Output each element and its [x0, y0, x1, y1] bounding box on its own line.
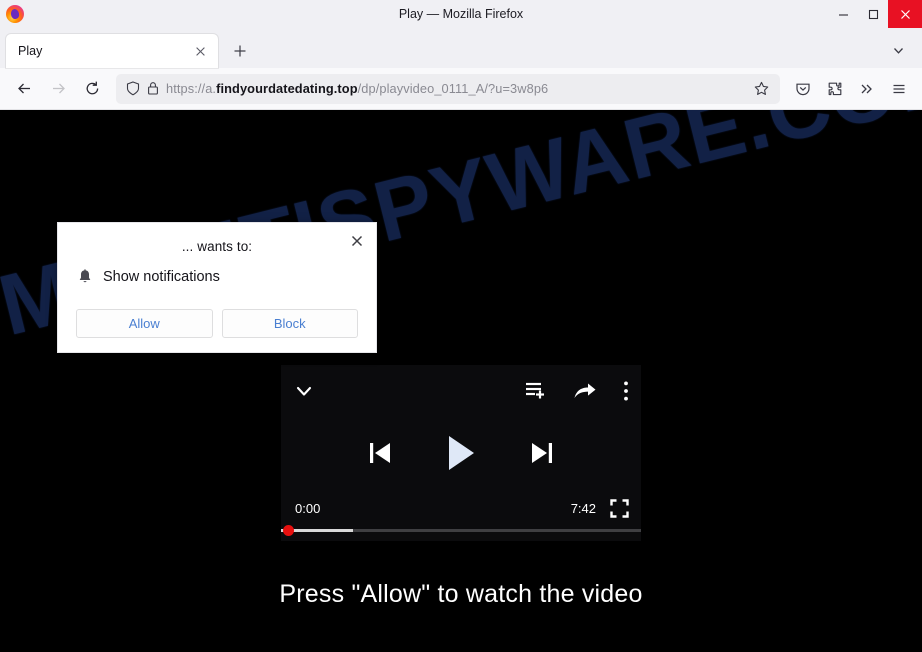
lock-icon[interactable] [147, 81, 159, 96]
video-player[interactable]: 0:00 7:42 [281, 365, 641, 541]
playlist-add-icon[interactable] [525, 381, 547, 401]
close-icon[interactable] [346, 230, 368, 252]
player-status-bar: 0:00 7:42 [295, 497, 629, 519]
progress-handle[interactable] [283, 525, 294, 536]
double-chevron-right-icon[interactable] [852, 74, 882, 104]
tab-play[interactable]: Play [6, 34, 218, 68]
permission-label: Show notifications [103, 269, 220, 285]
fullscreen-icon[interactable] [610, 498, 629, 518]
call-to-action-text: Press "Allow" to watch the video [279, 580, 643, 608]
maximize-button[interactable] [858, 0, 888, 28]
tab-label: Play [18, 44, 43, 58]
shield-icon[interactable] [126, 81, 140, 96]
firefox-logo-icon [6, 5, 24, 23]
share-arrow-icon[interactable] [573, 381, 597, 401]
popup-buttons: Allow Block [76, 309, 358, 338]
player-actions [525, 380, 629, 402]
forward-arrow-icon[interactable] [42, 74, 74, 104]
play-icon[interactable] [446, 435, 476, 471]
browser-window: Play — Mozilla Firefox Play https://a.fi… [0, 0, 922, 652]
progress-bar[interactable] [281, 524, 641, 536]
tab-close-icon[interactable] [190, 41, 210, 61]
notification-permission-popup: ... wants to: Show notifications Allow B… [57, 222, 377, 353]
url-text[interactable]: https://a.findyourdatedating.top/dp/play… [166, 81, 741, 96]
player-top-bar [293, 375, 629, 407]
window-title: Play — Mozilla Firefox [398, 7, 524, 21]
url-scheme: https:// [166, 81, 206, 96]
title-bar: Play — Mozilla Firefox [0, 0, 922, 28]
url-host: findyourdatedating.top [216, 81, 358, 96]
url-bar[interactable]: https://a.findyourdatedating.top/dp/play… [116, 73, 780, 104]
bell-icon [78, 269, 92, 285]
skip-previous-icon[interactable] [368, 439, 392, 467]
chevron-down-icon[interactable] [293, 380, 315, 402]
list-all-tabs-chevron-down-icon[interactable] [886, 38, 910, 62]
star-icon[interactable] [748, 76, 774, 102]
kebab-menu-icon[interactable] [623, 380, 629, 402]
url-path: /dp/playvideo_0111_A/?u=3w8p6 [357, 81, 549, 96]
total-time: 7:42 [570, 500, 596, 516]
minimize-button[interactable] [828, 0, 858, 28]
navigation-toolbar: https://a.findyourdatedating.top/dp/play… [0, 68, 922, 110]
popup-title: ... wants to: [181, 239, 253, 254]
skip-next-icon[interactable] [530, 439, 554, 467]
pocket-icon[interactable] [788, 74, 818, 104]
block-button[interactable]: Block [221, 309, 358, 338]
page-content: MYANTISPYWARE.COM 0:00 7:42 Press "Allow… [0, 110, 922, 652]
back-arrow-icon[interactable] [8, 74, 40, 104]
permission-row: Show notifications [58, 254, 376, 285]
tab-strip: Play [0, 28, 922, 68]
allow-button[interactable]: Allow [76, 309, 213, 338]
window-controls [828, 0, 922, 28]
puzzle-piece-icon[interactable] [820, 74, 850, 104]
close-window-button[interactable] [888, 0, 922, 28]
reload-icon[interactable] [76, 74, 108, 104]
hamburger-menu-icon[interactable] [884, 74, 914, 104]
current-time: 0:00 [295, 500, 321, 516]
new-tab-button[interactable] [226, 37, 254, 65]
url-subdomain: a. [205, 81, 217, 96]
player-transport-controls [281, 427, 641, 479]
